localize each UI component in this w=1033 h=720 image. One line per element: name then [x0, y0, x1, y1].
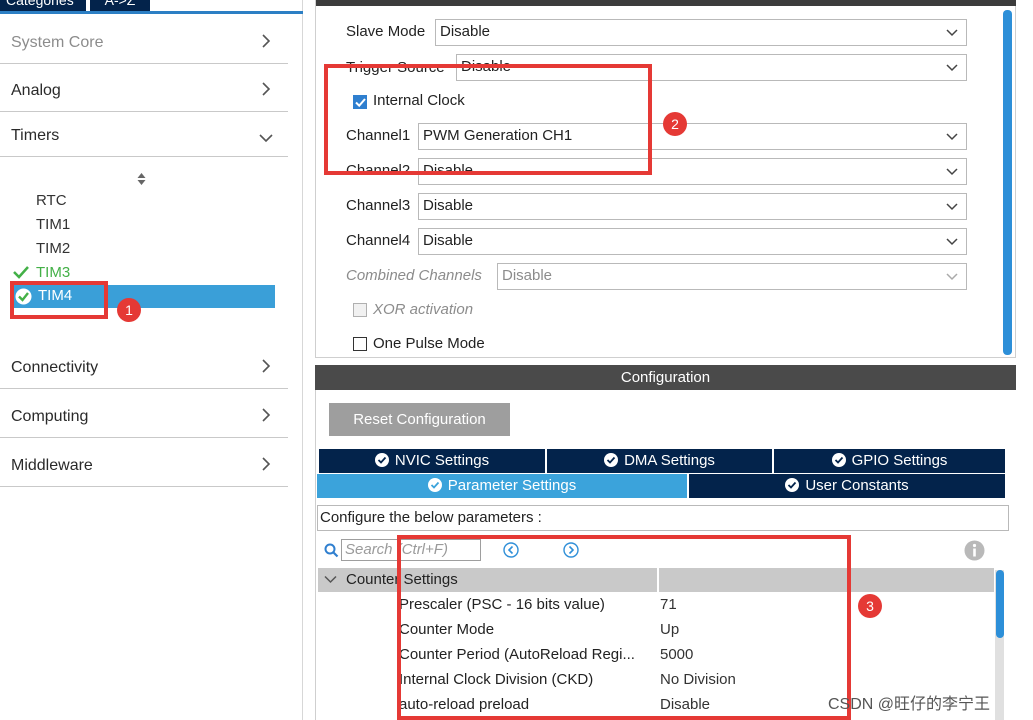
tab-label: NVIC Settings [394, 452, 490, 469]
reset-configuration-button[interactable]: Reset Configuration [329, 403, 510, 436]
search-icon [324, 543, 339, 558]
one-pulse-mode-checkbox[interactable] [353, 337, 367, 351]
category-label: Computing [11, 408, 89, 425]
chevron-right-icon [262, 34, 271, 48]
mode-header-bar [316, 0, 1016, 6]
check-circle-icon [831, 453, 846, 467]
annotation-badge-1: 1 [117, 298, 141, 322]
checkmark-icon [13, 266, 29, 279]
annotation-badge-2: 2 [663, 112, 687, 136]
check-circle-icon [785, 478, 800, 492]
tab-gpio-settings[interactable]: GPIO Settings [774, 449, 1005, 473]
chevron-down-icon [946, 133, 958, 141]
tab-user-constants[interactable]: User Constants [689, 474, 1005, 498]
xor-activation-label: XOR activation [373, 301, 474, 318]
category-label: System Core [11, 34, 104, 51]
tab-label: User Constants [805, 477, 909, 494]
category-label: Connectivity [11, 359, 99, 376]
tab-nvic-settings[interactable]: NVIC Settings [319, 449, 545, 473]
category-computing[interactable]: Computing [0, 394, 288, 438]
chevron-down-icon [946, 203, 958, 211]
slave-mode-select[interactable]: Disable [435, 19, 967, 46]
params-scrollbar-thumb[interactable] [996, 570, 1004, 638]
annotation-badge-3: 3 [858, 594, 882, 618]
chevron-down-icon [946, 29, 958, 37]
category-connectivity[interactable]: Connectivity [0, 345, 288, 389]
category-label: Timers [11, 127, 60, 144]
combined-channels-select[interactable]: Disable [497, 263, 967, 290]
tab-label: GPIO Settings [851, 452, 948, 469]
channel4-select[interactable]: Disable [418, 228, 967, 255]
timer-tim3[interactable]: TIM3 [36, 264, 70, 281]
annotation-box-2 [324, 64, 652, 175]
chevron-right-icon [262, 457, 271, 471]
mode-scrollbar[interactable] [1003, 10, 1012, 355]
chevron-down-icon [946, 168, 958, 176]
chevron-down-icon [946, 238, 958, 246]
tab-label: DMA Settings [624, 452, 715, 469]
annotation-box-3 [397, 535, 851, 720]
check-circle-icon [374, 453, 389, 467]
select-value: Disable [423, 197, 474, 214]
slave-mode-label: Slave Mode [346, 23, 426, 40]
category-timers[interactable]: Timers [0, 113, 288, 157]
one-pulse-mode-label: One Pulse Mode [373, 335, 485, 352]
check-circle-icon [427, 478, 442, 492]
channel4-label: Channel4 [346, 232, 411, 249]
chevron-down-icon [946, 64, 958, 72]
categories-panel: Categories A->Z System Core Analog Timer… [0, 0, 303, 720]
category-label: Middleware [11, 457, 93, 474]
watermark: CSDN @旺仔的李宁王 [828, 696, 991, 713]
combined-channels-label: Combined Channels [346, 267, 482, 284]
tab-parameter-settings[interactable]: Parameter Settings [317, 474, 687, 498]
configuration-header: Configuration [315, 365, 1016, 390]
category-analog[interactable]: Analog [0, 68, 288, 112]
chevron-down-icon [259, 134, 273, 143]
chevron-right-icon [262, 82, 271, 96]
check-circle-icon [604, 453, 619, 467]
chevron-right-icon [262, 359, 271, 373]
category-system-core[interactable]: System Core [0, 20, 288, 64]
category-label: Analog [11, 82, 61, 99]
info-icon[interactable] [964, 540, 985, 561]
chevron-down-icon [324, 575, 337, 584]
channel3-select[interactable]: Disable [418, 193, 967, 220]
timer-tim1[interactable]: TIM1 [36, 216, 70, 233]
configuration-description: Configure the below parameters : [317, 505, 1009, 531]
select-value: Disable [502, 267, 553, 284]
select-value: Disable [440, 23, 491, 40]
tab-underline [0, 11, 303, 14]
timer-rtc[interactable]: RTC [36, 192, 67, 209]
tab-label: Parameter Settings [447, 477, 577, 494]
xor-activation-checkbox[interactable] [353, 303, 367, 317]
chevron-right-icon [262, 408, 271, 422]
select-value: Disable [423, 232, 474, 249]
category-middleware[interactable]: Middleware [0, 443, 288, 487]
channel3-label: Channel3 [346, 197, 411, 214]
timer-tim2[interactable]: TIM2 [36, 240, 70, 257]
tab-dma-settings[interactable]: DMA Settings [547, 449, 772, 473]
annotation-box-1 [10, 281, 108, 319]
sort-icon[interactable] [136, 172, 147, 186]
chevron-down-icon [946, 273, 958, 281]
